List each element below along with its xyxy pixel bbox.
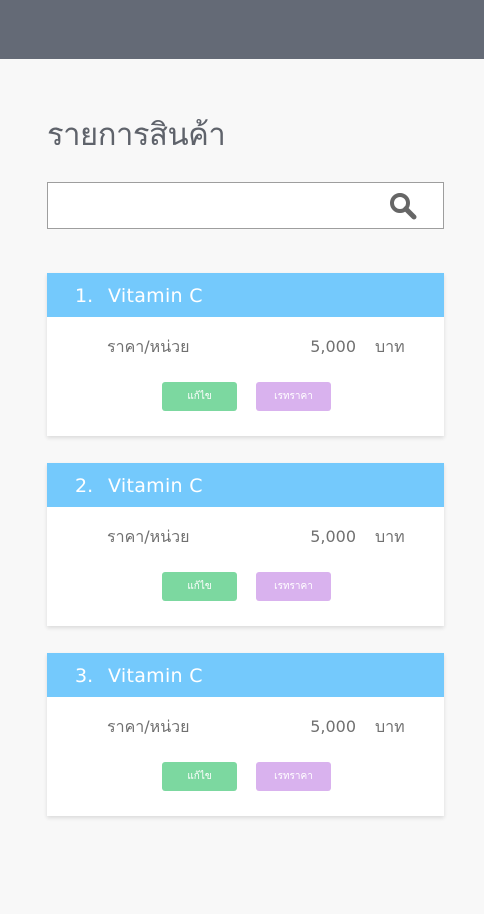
product-index: 2. [75,475,94,497]
product-card-header: 1. Vitamin C [47,273,444,317]
product-name: Vitamin C [108,475,203,497]
price-value: 5,000 [310,527,356,546]
product-card-header: 3. Vitamin C [47,653,444,697]
product-card: 1. Vitamin C ราคา/หน่วย 5,000 บาท แก้ไข … [47,273,444,436]
search-icon[interactable] [389,192,417,220]
product-card: 3. Vitamin C ราคา/หน่วย 5,000 บาท แก้ไข … [47,653,444,816]
price-value: 5,000 [310,337,356,356]
price-label: ราคา/หน่วย [107,717,190,736]
product-card: 2. Vitamin C ราคา/หน่วย 5,000 บาท แก้ไข … [47,463,444,626]
product-name: Vitamin C [108,285,203,307]
product-index: 3. [75,665,94,687]
price-rate-button[interactable]: เรทราคา [256,572,331,601]
edit-button[interactable]: แก้ไข [162,382,237,411]
product-index: 1. [75,285,94,307]
price-value: 5,000 [310,717,356,736]
price-rate-button[interactable]: เรทราคา [256,762,331,791]
price-unit: บาท [375,527,405,546]
price-label: ราคา/หน่วย [107,337,190,356]
top-bar [0,0,484,59]
price-unit: บาท [375,337,405,356]
search-input[interactable] [48,183,378,228]
product-card-header: 2. Vitamin C [47,463,444,507]
edit-button[interactable]: แก้ไข [162,572,237,601]
edit-button[interactable]: แก้ไข [162,762,237,791]
price-unit: บาท [375,717,405,736]
search-box [47,182,444,229]
price-label: ราคา/หน่วย [107,527,190,546]
page-title: รายการสินค้า [47,117,226,153]
price-rate-button[interactable]: เรทราคา [256,382,331,411]
product-name: Vitamin C [108,665,203,687]
